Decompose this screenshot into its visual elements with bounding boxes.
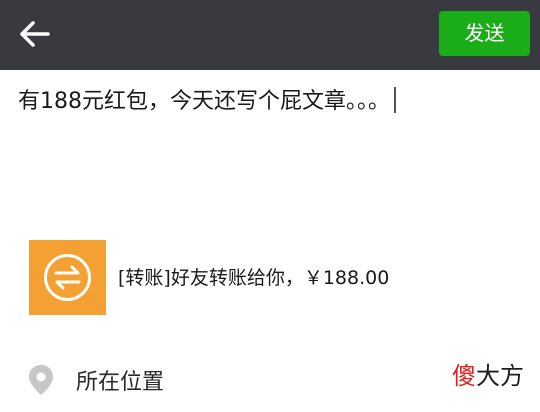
watermark-part-1: 傻 — [452, 362, 476, 390]
transfer-thumbnail[interactable] — [29, 240, 106, 315]
transfer-icon — [44, 254, 91, 301]
compose-text-area[interactable]: 有188元红包，今天还写个屁文章。。。 — [18, 82, 518, 122]
text-cursor — [394, 87, 396, 113]
watermark-part-2: 大方 — [476, 362, 524, 390]
compose-text: 有188元红包，今天还写个屁文章。。。 — [18, 89, 390, 114]
location-selector[interactable]: 所在位置 — [28, 360, 164, 400]
top-bar: 发送 — [0, 0, 540, 70]
location-pin-icon — [29, 365, 53, 395]
back-arrow-icon[interactable] — [18, 17, 52, 51]
transfer-description: [转账]好友转账给你，￥188.00 — [118, 267, 390, 289]
watermark: 傻大方 — [452, 360, 524, 392]
location-label: 所在位置 — [76, 370, 165, 395]
send-button[interactable]: 发送 — [439, 11, 530, 56]
